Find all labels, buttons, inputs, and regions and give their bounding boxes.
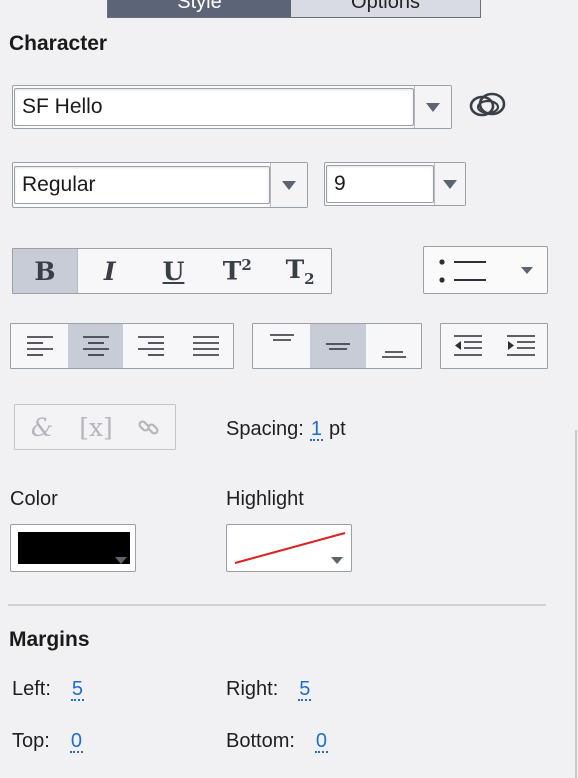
- font-family-dropdown-button[interactable]: [414, 86, 451, 128]
- chevron-down-icon: [443, 179, 457, 189]
- bullet-list-icon: [439, 259, 486, 283]
- margin-left-control: Left: 5: [12, 678, 85, 701]
- subscript-button[interactable]: T2: [269, 249, 331, 293]
- increase-indent-button[interactable]: [495, 324, 547, 368]
- character-section-title: Character: [9, 32, 108, 55]
- decrease-indent-button[interactable]: [441, 324, 495, 368]
- margin-right-value[interactable]: 5: [298, 679, 312, 701]
- highlight-label: Highlight: [226, 488, 304, 510]
- font-size-dropdown-button[interactable]: [434, 163, 465, 205]
- margin-top-control: Top: 0: [12, 730, 83, 753]
- highlight-color-picker[interactable]: [226, 524, 352, 572]
- decrease-indent-icon: [454, 335, 482, 356]
- align-bottom-icon: [381, 351, 406, 358]
- list-style-select[interactable]: [423, 246, 548, 294]
- tab-style[interactable]: Style: [108, 0, 291, 17]
- chevron-down-icon: [115, 557, 127, 564]
- tab-options[interactable]: Options: [291, 0, 480, 17]
- align-center-button[interactable]: [68, 324, 123, 368]
- margins-section-title: Margins: [9, 628, 90, 651]
- font-style-dropdown-button[interactable]: [270, 163, 307, 207]
- font-family-field[interactable]: SF Hello: [14, 88, 414, 126]
- chevron-down-icon: [426, 102, 440, 112]
- chevron-down-icon: [331, 557, 343, 564]
- spacing-control: Spacing: 1 pt: [226, 418, 346, 441]
- color-swatch: [18, 532, 130, 564]
- align-justify-button[interactable]: [178, 324, 233, 368]
- margin-right-label: Right:: [226, 678, 279, 700]
- align-right-button[interactable]: [123, 324, 178, 368]
- ampersand-button[interactable]: &: [15, 405, 69, 449]
- section-divider: [8, 604, 546, 606]
- margin-top-label: Top:: [12, 730, 50, 752]
- spacing-value[interactable]: 1: [309, 419, 323, 441]
- align-top-icon: [269, 334, 294, 341]
- align-middle-icon: [326, 343, 350, 350]
- variable-button[interactable]: [x]: [69, 405, 123, 449]
- bold-button[interactable]: B: [13, 249, 78, 293]
- align-center-icon: [82, 336, 109, 356]
- text-style-segmented: B I U T2 T2: [12, 248, 332, 294]
- align-top-button[interactable]: [253, 324, 310, 368]
- horizontal-alignment-segmented: [10, 323, 234, 369]
- style-options-tabs: Style Options: [107, 0, 481, 18]
- no-color-icon: [234, 532, 346, 564]
- superscript-button[interactable]: T2: [205, 249, 269, 293]
- margin-left-value[interactable]: 5: [70, 679, 85, 701]
- margin-top-value[interactable]: 0: [69, 731, 83, 753]
- chevron-down-icon: [521, 267, 533, 274]
- font-size-field[interactable]: 9: [326, 165, 434, 203]
- text-color-picker[interactable]: [10, 524, 136, 572]
- margin-right-control: Right: 5: [226, 678, 312, 701]
- color-label: Color: [10, 488, 58, 510]
- align-left-icon: [26, 336, 53, 356]
- panel-scrollbar-track: [575, 430, 577, 778]
- insert-special-segmented: & [x]: [14, 404, 176, 450]
- vertical-alignment-segmented: [252, 323, 422, 369]
- indent-segmented: [440, 323, 548, 369]
- margin-bottom-control: Bottom: 0: [226, 730, 329, 753]
- spacing-unit: pt: [328, 418, 346, 440]
- font-size-select[interactable]: 9: [324, 162, 466, 206]
- chevron-down-icon: [282, 180, 296, 190]
- link-icon: [138, 420, 159, 435]
- italic-button[interactable]: I: [78, 249, 142, 293]
- align-justify-icon: [192, 336, 219, 356]
- spacing-label: Spacing:: [226, 418, 304, 440]
- underline-button[interactable]: U: [142, 249, 206, 293]
- margin-left-label: Left:: [12, 678, 51, 700]
- align-middle-button[interactable]: [310, 324, 366, 368]
- margin-bottom-value[interactable]: 0: [314, 731, 329, 753]
- margin-bottom-label: Bottom:: [226, 730, 295, 752]
- font-family-select[interactable]: SF Hello: [12, 85, 452, 129]
- align-left-button[interactable]: [11, 324, 68, 368]
- align-bottom-button[interactable]: [366, 324, 421, 368]
- increase-indent-icon: [507, 335, 535, 356]
- font-style-select[interactable]: Regular: [12, 162, 308, 208]
- font-style-field[interactable]: Regular: [14, 166, 270, 204]
- hyperlink-button[interactable]: [123, 405, 175, 449]
- creative-cloud-icon[interactable]: [468, 90, 508, 122]
- align-right-icon: [137, 336, 164, 356]
